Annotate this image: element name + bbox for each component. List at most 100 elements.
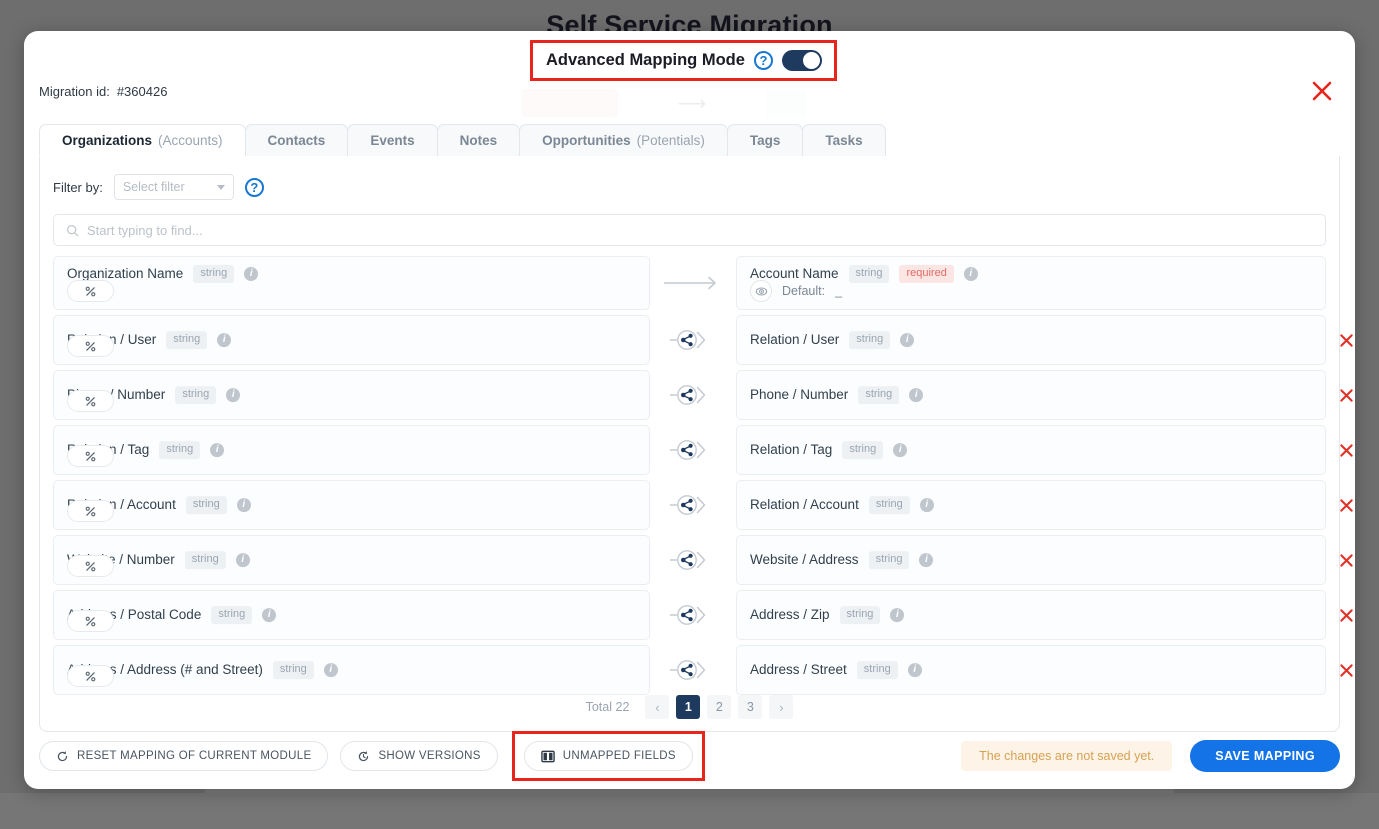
pagination-page-3[interactable]: 3 [738, 695, 763, 719]
source-field-card[interactable]: Address / Address (# and Street) string i [53, 645, 650, 695]
delete-mapping-button[interactable] [1332, 315, 1360, 365]
source-transform-button[interactable] [67, 555, 114, 577]
source-field-card[interactable]: Relation / Account string i [53, 480, 650, 530]
source-field-card[interactable]: Website / Number string i [53, 535, 650, 585]
delete-mapping-button[interactable] [1332, 645, 1360, 695]
target-field-card[interactable]: Account Name string required i Default: _ [736, 256, 1326, 310]
source-type-badge: string [159, 441, 201, 459]
source-transform-button[interactable] [67, 665, 114, 687]
source-field-card[interactable]: Address / Postal Code string i [53, 590, 650, 640]
target-info-icon[interactable]: i [919, 553, 934, 567]
source-transform-button[interactable] [67, 280, 114, 302]
source-info-icon[interactable]: i [244, 266, 259, 281]
tab-label: Opportunities [542, 133, 631, 148]
target-info-icon[interactable]: i [963, 266, 978, 281]
target-field-header: Website / Address string i [750, 551, 934, 569]
tab-contacts[interactable]: Contacts [244, 124, 349, 156]
delete-mapping-button[interactable] [1332, 480, 1360, 530]
delete-x-icon [1339, 443, 1353, 457]
search-input[interactable] [87, 222, 1313, 238]
tab-sublabel: (Potentials) [636, 133, 705, 148]
reset-mapping-button[interactable]: RESET MAPPING OF CURRENT MODULE [39, 741, 329, 771]
source-transform-button[interactable] [67, 445, 114, 467]
source-info-icon[interactable]: i [210, 443, 225, 457]
target-info-icon[interactable]: i [893, 443, 908, 457]
target-type-badge: string [848, 265, 890, 283]
target-field-card[interactable]: Address / Street string i [736, 645, 1326, 695]
target-field-name: Address / Street [750, 662, 847, 678]
tab-opportunities[interactable]: Opportunities (Potentials) [519, 124, 728, 156]
filter-help-icon[interactable]: ? [244, 177, 264, 197]
show-versions-button[interactable]: SHOW VERSIONS [340, 741, 498, 771]
tab-tags[interactable]: Tags [726, 124, 804, 156]
delete-mapping-button[interactable] [1332, 590, 1360, 640]
reset-arrow-icon [57, 750, 68, 761]
delete-mapping-button[interactable] [1332, 370, 1360, 420]
row-connector[interactable] [650, 480, 736, 530]
close-icon[interactable] [1307, 76, 1337, 106]
delete-mapping-button[interactable] [1332, 535, 1360, 585]
target-type-badge: string [842, 441, 884, 459]
target-visibility-button[interactable] [750, 280, 772, 302]
pagination-next-button[interactable]: › [769, 695, 794, 719]
row-connector[interactable] [650, 535, 736, 585]
tab-events[interactable]: Events [347, 124, 438, 156]
search-box[interactable] [53, 214, 1326, 246]
modal-footer: RESET MAPPING OF CURRENT MODULE SHOW VER… [39, 731, 1340, 781]
target-info-icon[interactable]: i [900, 333, 915, 347]
target-field-card[interactable]: Relation / Tag string i [736, 425, 1326, 475]
target-field-card[interactable]: Relation / User string i [736, 315, 1326, 365]
row-connector[interactable] [650, 256, 736, 310]
target-type-badge: string [868, 551, 910, 569]
source-info-icon[interactable]: i [262, 608, 277, 622]
row-connector[interactable] [650, 590, 736, 640]
source-type-badge: string [193, 265, 235, 283]
source-info-icon[interactable]: i [217, 333, 232, 347]
source-type-badge: string [211, 606, 253, 624]
source-field-card[interactable]: Relation / Userstringi [53, 315, 650, 365]
save-mapping-button[interactable]: SAVE MAPPING [1190, 740, 1340, 772]
source-field-card[interactable]: Relation / Tagstringi [53, 425, 650, 475]
tab-organizations[interactable]: Organizations (Accounts) [39, 124, 246, 157]
source-type-badge: string [175, 386, 217, 404]
source-info-icon[interactable]: i [226, 388, 241, 402]
filter-label: Filter by: [53, 179, 103, 195]
unmapped-fields-button[interactable]: UNMAPPED FIELDS [523, 741, 693, 771]
source-info-icon[interactable]: i [323, 663, 338, 677]
percent-icon [85, 341, 96, 351]
delete-mapping-cell [1332, 535, 1360, 585]
source-transform-button[interactable] [67, 335, 114, 357]
target-field-card[interactable]: Website / Address string i [736, 535, 1326, 585]
tab-notes[interactable]: Notes [436, 124, 521, 156]
eye-icon [755, 286, 767, 296]
source-field-card[interactable]: Phone / Number string i [53, 370, 650, 420]
row-connector[interactable] [650, 645, 736, 695]
pagination-page-1[interactable]: 1 [676, 695, 701, 719]
filter-select[interactable]: Select filter [113, 174, 234, 200]
source-info-icon[interactable]: i [236, 498, 251, 512]
target-info-icon[interactable]: i [919, 498, 934, 512]
tab-tasks[interactable]: Tasks [802, 124, 886, 156]
delete-mapping-button[interactable] [1332, 425, 1360, 475]
pagination-prev-button[interactable]: ‹ [645, 695, 670, 719]
advanced-mapping-mode-toggle[interactable] [781, 50, 822, 71]
source-info-icon[interactable]: i [235, 553, 250, 567]
question-circle-icon[interactable]: ? [753, 51, 773, 70]
source-field-card[interactable]: Organization Name string i [53, 256, 650, 310]
source-transform-button[interactable] [67, 610, 114, 632]
target-field-card[interactable]: Phone / Number string i [736, 370, 1326, 420]
row-connector[interactable] [650, 315, 736, 365]
target-field-card[interactable]: Relation / Account string i [736, 480, 1326, 530]
delete-mapping-cell [1332, 480, 1360, 530]
delete-x-icon [1339, 553, 1353, 567]
source-transform-button[interactable] [67, 500, 114, 522]
row-connector[interactable] [650, 425, 736, 475]
source-transform-button[interactable] [67, 390, 114, 412]
target-info-icon[interactable]: i [907, 663, 922, 677]
target-field-card[interactable]: Address / Zip string i [736, 590, 1326, 640]
percent-icon [85, 451, 96, 461]
row-connector[interactable] [650, 370, 736, 420]
target-info-icon[interactable]: i [890, 608, 905, 622]
target-info-icon[interactable]: i [909, 388, 924, 402]
pagination-page-2[interactable]: 2 [707, 695, 732, 719]
